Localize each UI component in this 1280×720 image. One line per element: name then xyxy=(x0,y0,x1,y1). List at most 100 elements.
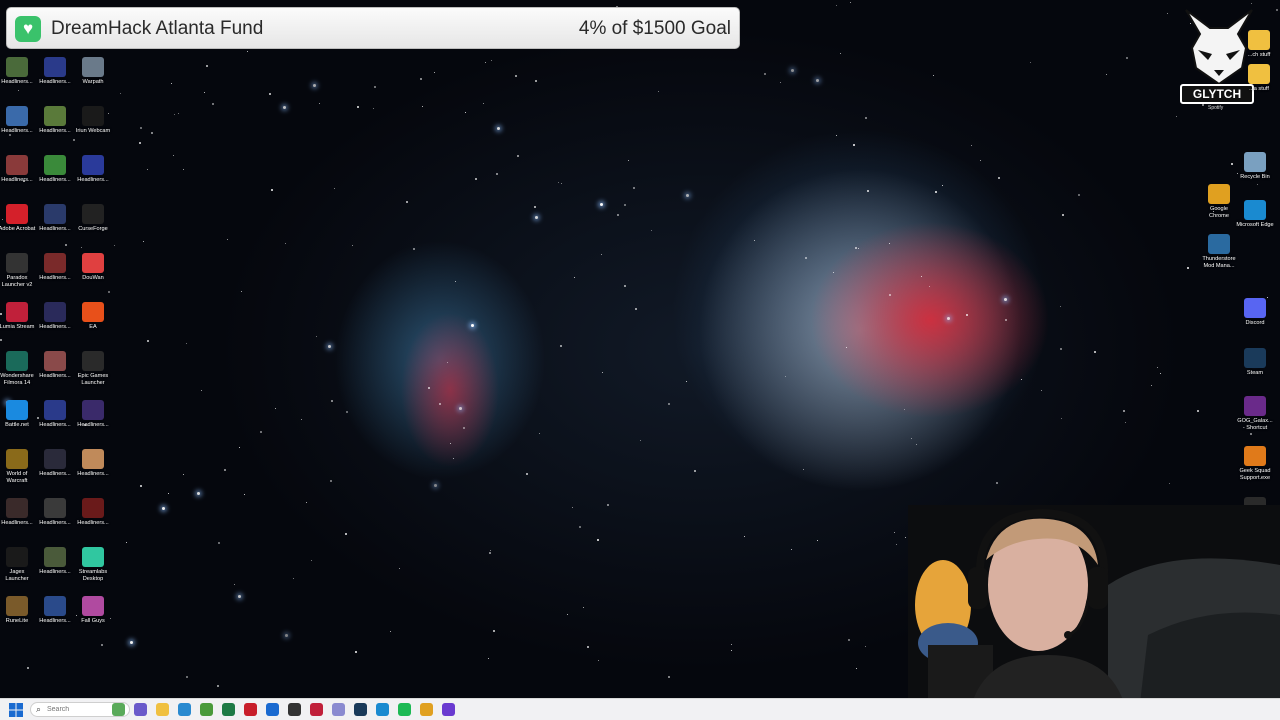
desktop-icon-label: ...a stuff xyxy=(1249,86,1269,92)
streamlabs-icon[interactable] xyxy=(442,703,455,716)
desktop-icon[interactable]: RuneLite xyxy=(0,596,36,625)
desktop-icon[interactable]: Headliners... xyxy=(36,57,74,86)
star xyxy=(1187,267,1189,269)
star xyxy=(140,127,142,129)
app-icon[interactable] xyxy=(332,703,345,716)
desktop-icon[interactable]: World of Warcraft xyxy=(0,449,36,484)
star xyxy=(140,485,142,487)
star xyxy=(764,73,766,75)
star xyxy=(301,419,302,420)
desktop-icon[interactable]: Discord xyxy=(1236,298,1274,327)
desktop-icon[interactable]: DouWan xyxy=(74,253,112,282)
star xyxy=(535,80,537,82)
star xyxy=(850,2,851,3)
desktop-icon[interactable]: ...a stuff xyxy=(1242,64,1276,93)
desktop-icon[interactable]: Epic Games Launcher xyxy=(74,351,112,386)
desktop-icon[interactable]: Fall Guys xyxy=(74,596,112,625)
desktop-icon[interactable]: Headliners... xyxy=(36,596,74,625)
desktop-icon[interactable]: CurseForge xyxy=(74,204,112,233)
edge-icon[interactable] xyxy=(376,703,389,716)
desktop-icon[interactable]: Jagex Launcher xyxy=(0,547,36,582)
desktop-icon[interactable]: Headliners... xyxy=(36,400,74,429)
desktop-icon[interactable]: Iriun Webcam xyxy=(74,106,112,135)
donation-title: DreamHack Atlanta Fund xyxy=(51,18,264,39)
desktop-icon[interactable]: Headliners... xyxy=(36,253,74,282)
desktop-icon[interactable]: Headliners... xyxy=(36,106,74,135)
star xyxy=(139,142,141,144)
desktop-icon[interactable]: Lumia Stream xyxy=(0,302,36,331)
desktop-icon[interactable]: Headliners... xyxy=(0,57,36,86)
chat-icon[interactable] xyxy=(134,703,147,716)
outlook-icon[interactable] xyxy=(266,703,279,716)
star xyxy=(463,427,465,429)
star xyxy=(836,5,837,6)
desktop-icon[interactable]: Headliners... xyxy=(36,351,74,380)
game-icon xyxy=(44,57,66,77)
star xyxy=(114,245,115,246)
desktop-icon[interactable]: GOG_Galax... - Shortcut xyxy=(1236,396,1274,431)
desktop-icon[interactable]: Headliners... xyxy=(36,204,74,233)
spotify-label: Spotify xyxy=(1208,105,1224,111)
desktop-icon[interactable]: Headliners... xyxy=(74,400,112,429)
star xyxy=(856,668,857,669)
desktop-icon[interactable]: Recycle Bin xyxy=(1236,152,1274,181)
desktop-icon[interactable]: Headliners... xyxy=(0,498,36,527)
widgets-icon[interactable] xyxy=(112,703,125,716)
file-explorer-icon[interactable] xyxy=(156,703,169,716)
desktop-icon[interactable]: Paradox Launcher v2 xyxy=(0,253,36,288)
desktop-icon[interactable]: Steam xyxy=(1236,348,1274,377)
star xyxy=(311,560,312,561)
star xyxy=(201,390,202,391)
minecraft-icon[interactable] xyxy=(200,703,213,716)
desktop-icon[interactable]: Headliners... xyxy=(0,155,36,184)
star xyxy=(455,281,456,282)
star xyxy=(836,135,837,136)
star xyxy=(357,106,359,108)
windows-start-icon[interactable] xyxy=(8,702,24,718)
desktop-icon[interactable]: Microsoft Edge xyxy=(1236,200,1274,229)
desktop-icon[interactable]: EA xyxy=(74,302,112,331)
star xyxy=(628,160,629,161)
desktop-icon[interactable]: Headliners... xyxy=(36,155,74,184)
discord-icon xyxy=(1244,298,1266,318)
desktop-icon[interactable]: Google Chrome xyxy=(1200,184,1238,219)
desktop-icon[interactable]: Wondershare Filmora 14 xyxy=(0,351,36,386)
obs-icon[interactable] xyxy=(288,703,301,716)
star xyxy=(889,243,890,244)
store-icon[interactable] xyxy=(178,703,191,716)
game-icon xyxy=(44,449,66,469)
desktop-icon[interactable]: Adobe Acrobat xyxy=(0,204,36,233)
star xyxy=(694,470,696,472)
desktop-icon[interactable]: Headliners... xyxy=(36,498,74,527)
chrome-icon[interactable] xyxy=(420,703,433,716)
desktop-icon[interactable]: Headliners... xyxy=(36,449,74,478)
webcam-feed xyxy=(908,505,1280,720)
desktop-icon[interactable]: Headliners... xyxy=(74,498,112,527)
desktop-icon[interactable]: Thunderstore Mod Mana... xyxy=(1200,234,1238,269)
desktop-icon[interactable]: Streamlabs Desktop xyxy=(74,547,112,582)
star xyxy=(1126,57,1128,59)
star xyxy=(587,646,589,648)
steam-icon[interactable] xyxy=(354,703,367,716)
excel-icon[interactable] xyxy=(222,703,235,716)
desktop-icon[interactable]: Headliners... xyxy=(36,547,74,576)
star xyxy=(1060,348,1062,350)
desktop-icon[interactable]: Headliners... xyxy=(74,155,112,184)
spotify-icon[interactable] xyxy=(398,703,411,716)
desktop-icon[interactable]: Geek Squad Support.exe xyxy=(1236,446,1274,481)
star xyxy=(971,145,972,146)
desktop-icon[interactable]: Headliners... xyxy=(0,106,36,135)
desktop-icon[interactable]: ...ch stuff xyxy=(1242,30,1276,59)
desktop-icon[interactable]: Headliners... xyxy=(36,302,74,331)
star xyxy=(624,204,626,206)
game-icon xyxy=(44,400,66,420)
desktop-icon-label: Jagex Launcher xyxy=(5,569,29,582)
acrobat-icon[interactable] xyxy=(244,703,257,716)
desktop-icon[interactable]: Headliners... xyxy=(74,449,112,478)
star xyxy=(803,469,804,470)
desktop-icon[interactable]: Battle.net xyxy=(0,400,36,429)
desktop-icon[interactable]: Warpath xyxy=(74,57,112,86)
lumia-icon[interactable] xyxy=(310,703,323,716)
star xyxy=(147,169,148,170)
epic-icon xyxy=(82,351,104,371)
